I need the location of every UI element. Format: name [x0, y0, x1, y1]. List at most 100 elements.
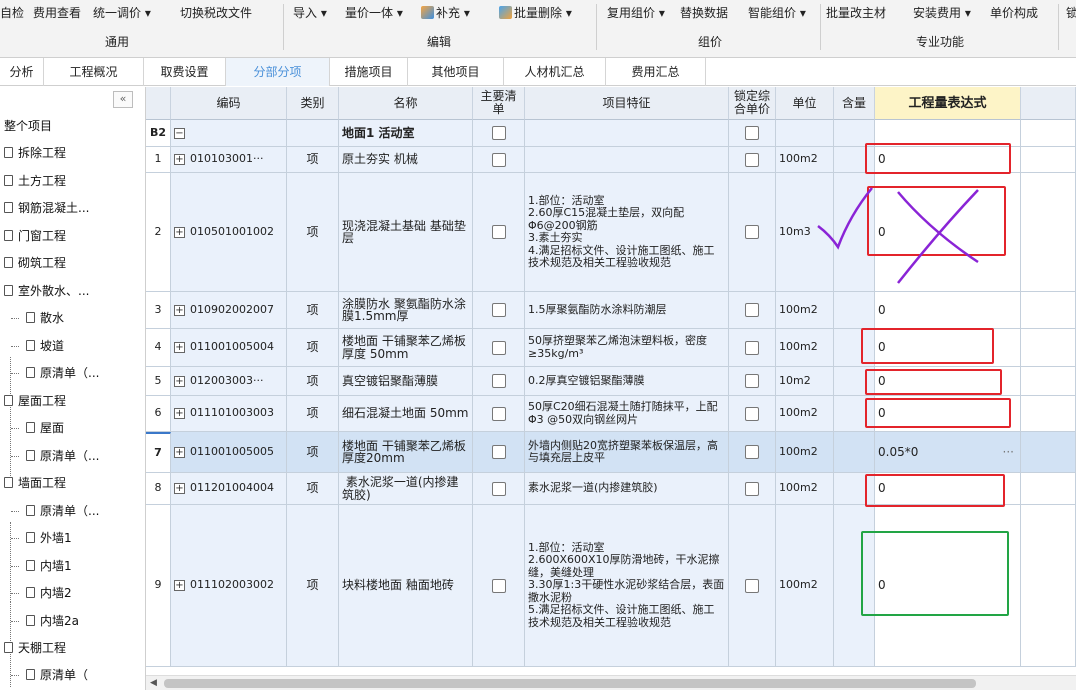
header-unit[interactable]: 单位 — [776, 87, 834, 120]
tree-item[interactable]: 土方工程 — [4, 168, 66, 194]
unit-cell[interactable]: 100m2 — [776, 329, 834, 367]
main-list-cell[interactable] — [473, 505, 525, 667]
tab-other-items[interactable]: 其他项目 — [408, 58, 504, 86]
code-cell[interactable]: +011001005005 — [171, 432, 287, 473]
expand-icon[interactable]: + — [174, 226, 185, 238]
tree-item[interactable]: 坡道 — [26, 333, 64, 359]
type-cell[interactable]: 项 — [287, 473, 339, 505]
tree-item[interactable]: 内墙2a — [26, 608, 79, 634]
unit-cell[interactable]: 100m2 — [776, 505, 834, 667]
tree-item[interactable]: 门窗工程 — [4, 223, 66, 249]
tree-item[interactable]: 钢筋混凝土... — [4, 195, 89, 221]
checkbox[interactable] — [745, 374, 759, 388]
content-cell[interactable] — [834, 292, 875, 329]
replace-data-button[interactable]: 替换数据 — [680, 4, 728, 22]
horizontal-scrollbar[interactable]: ◀ — [146, 675, 1076, 690]
tree-item[interactable]: 原清单（... — [26, 443, 99, 469]
feature-cell[interactable] — [525, 120, 729, 147]
name-cell[interactable]: 涂膜防水 聚氨酯防水涂膜1.5mm厚 — [339, 292, 473, 329]
expand-icon[interactable]: + — [174, 375, 185, 387]
checkbox[interactable] — [745, 126, 759, 140]
header-main-list[interactable]: 主要清单 — [473, 87, 525, 120]
unit-cell[interactable]: 100m2 — [776, 396, 834, 432]
self-check-button[interactable]: 自检 — [0, 4, 24, 22]
tree-item[interactable]: 室外散水、... — [4, 278, 89, 304]
code-cell[interactable]: +010103001··· — [171, 147, 287, 173]
expand-icon[interactable]: + — [174, 580, 185, 591]
code-cell[interactable]: +011001005004 — [171, 329, 287, 367]
lock-price-cell[interactable] — [729, 329, 776, 367]
header-name[interactable]: 名称 — [339, 87, 473, 120]
name-cell[interactable]: 原土夯实 机械 — [339, 147, 473, 173]
reuse-pricing-button[interactable]: 复用组价 ▾ — [607, 4, 665, 22]
expand-icon[interactable]: + — [174, 483, 185, 494]
lock-price-cell[interactable] — [729, 147, 776, 173]
checkbox[interactable] — [491, 152, 506, 167]
checkbox[interactable] — [491, 374, 506, 388]
feature-cell[interactable]: 素水泥浆一道(内掺建筑胶) — [525, 473, 729, 505]
checkbox[interactable] — [745, 303, 759, 317]
expression-cell[interactable]: 0.05*0 ··· — [875, 432, 1021, 473]
expand-icon[interactable]: + — [174, 304, 185, 316]
feature-cell[interactable]: 0.2厚真空镀铝聚酯薄膜 — [525, 367, 729, 396]
tab-sub-items[interactable]: 分部分项 — [226, 58, 330, 86]
collapse-icon[interactable]: − — [174, 127, 185, 139]
lock-button[interactable]: 锁 — [1066, 4, 1076, 22]
name-cell[interactable]: 素水泥浆一道(内掺建筑胶) — [339, 473, 473, 505]
checkbox[interactable] — [745, 406, 759, 421]
tree-item[interactable]: 砌筑工程 — [4, 250, 66, 276]
main-list-cell[interactable] — [473, 367, 525, 396]
tree-item[interactable]: 整个项目 — [4, 113, 52, 139]
checkbox[interactable] — [491, 340, 506, 355]
type-cell[interactable]: 项 — [287, 505, 339, 667]
code-cell[interactable]: +011102003002 — [171, 505, 287, 667]
feature-cell[interactable]: 50厚C20细石混凝土随打随抹平，上配Φ3 @50双向钢丝网片 — [525, 396, 729, 432]
import-button[interactable]: 导入 ▾ — [293, 4, 327, 22]
code-cell[interactable]: − — [171, 120, 287, 147]
type-cell[interactable]: 项 — [287, 432, 339, 473]
tree-item[interactable]: 天棚工程 — [4, 635, 66, 661]
checkbox[interactable] — [745, 578, 759, 593]
qty-price-integrated-button[interactable]: 量价一体 ▾ — [345, 4, 403, 22]
code-cell[interactable]: +012003003··· — [171, 367, 287, 396]
tab-fee-settings[interactable]: 取费设置 — [144, 58, 226, 86]
checkbox[interactable] — [491, 406, 506, 421]
checkbox[interactable] — [491, 445, 506, 459]
checkbox[interactable] — [745, 340, 759, 355]
tree-item[interactable]: 屋面工程 — [4, 388, 66, 414]
checkbox[interactable] — [491, 481, 506, 496]
lock-price-cell[interactable] — [729, 173, 776, 292]
feature-cell[interactable]: 1.5厚聚氨酯防水涂料防潮层 — [525, 292, 729, 329]
feature-cell[interactable]: 外墙内侧贴20宽挤塑聚苯板保温层，高与填充层上皮平 — [525, 432, 729, 473]
type-cell[interactable]: 项 — [287, 147, 339, 173]
feature-cell[interactable] — [525, 147, 729, 173]
type-cell[interactable]: 项 — [287, 396, 339, 432]
tree-item[interactable]: 原清单（... — [26, 498, 99, 524]
name-cell[interactable]: 楼地面 干铺聚苯乙烯板 厚度20mm — [339, 432, 473, 473]
checkbox[interactable] — [491, 225, 506, 239]
feature-cell[interactable]: 50厚挤塑聚苯乙烯泡沫塑料板，密度≥35kg/m³ — [525, 329, 729, 367]
install-fee-button[interactable]: 安装费用 ▾ — [913, 4, 971, 22]
checkbox[interactable] — [745, 481, 759, 496]
lock-price-cell[interactable] — [729, 432, 776, 473]
scroll-left-arrow-icon[interactable]: ◀ — [150, 676, 157, 690]
header-type[interactable]: 类别 — [287, 87, 339, 120]
batch-delete-button[interactable]: 批量删除 ▾ — [499, 4, 572, 22]
tree-item[interactable]: 内墙2 — [26, 580, 72, 606]
collapse-sidebar-button[interactable]: « — [113, 91, 133, 108]
fee-view-button[interactable]: 费用查看 — [33, 4, 81, 22]
name-cell[interactable]: 现浇混凝土基础 基础垫层 — [339, 173, 473, 292]
tree-item[interactable]: 原清单（ — [26, 662, 88, 688]
lock-price-cell[interactable] — [729, 505, 776, 667]
tree-item[interactable]: 散水 — [26, 305, 64, 331]
name-cell[interactable]: 细石混凝土地面 50mm — [339, 396, 473, 432]
expand-icon[interactable]: + — [174, 154, 185, 165]
name-cell[interactable]: 楼地面 干铺聚苯乙烯板 厚度 50mm — [339, 329, 473, 367]
tree-item[interactable]: 屋面 — [26, 415, 64, 441]
tab-analysis[interactable]: 分析 — [0, 58, 44, 86]
lock-price-cell[interactable] — [729, 473, 776, 505]
main-list-cell[interactable] — [473, 173, 525, 292]
lock-price-cell[interactable] — [729, 120, 776, 147]
name-cell[interactable]: 真空镀铝聚酯薄膜 — [339, 367, 473, 396]
tree-item[interactable]: 外墙1 — [26, 525, 72, 551]
